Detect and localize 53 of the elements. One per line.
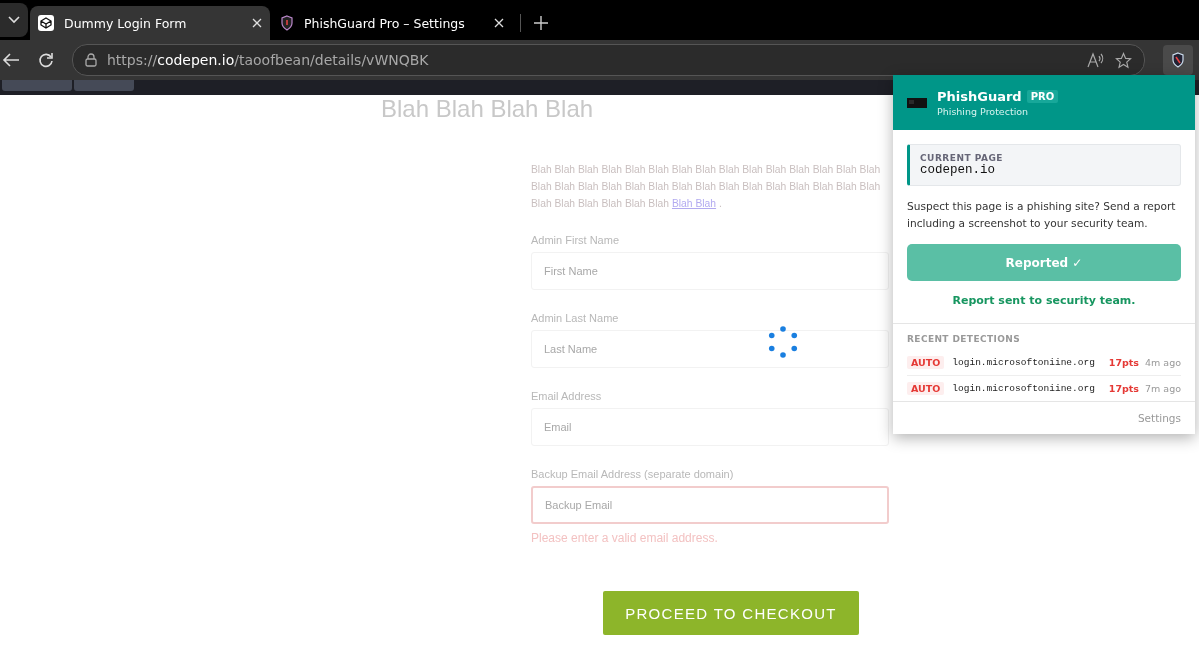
reload-icon[interactable]	[38, 52, 54, 68]
tab-title: Dummy Login Form	[64, 15, 188, 31]
lock-icon	[85, 53, 97, 67]
chevron-down-icon	[8, 16, 20, 24]
close-icon[interactable]	[494, 18, 504, 28]
report-button[interactable]: Reported ✓	[907, 244, 1181, 281]
new-tab-icon[interactable]	[533, 15, 549, 31]
shield-icon	[1171, 52, 1185, 68]
tab-title: PhishGuard Pro – Settings	[304, 15, 466, 31]
star-icon[interactable]	[1115, 51, 1132, 69]
tab-list-button[interactable]	[0, 3, 28, 37]
close-icon[interactable]	[252, 18, 262, 28]
browser-tab[interactable]: Dummy Login Form	[30, 6, 270, 40]
input-field[interactable]: Backup Email	[531, 486, 889, 524]
period-text: .	[719, 197, 722, 211]
header-tab-block	[2, 80, 72, 91]
intro-text: Blah Blah Blah Blah Blah Blah Blah Blah Blah Blah Blah Blah Blah Blah Blah	[531, 163, 882, 177]
url-text: https://codepen.io/taoofbean/details/vWNQBK	[107, 52, 429, 68]
plan-badge: PRO	[1026, 89, 1059, 103]
card-label: CURRENT PAGE	[920, 153, 1004, 163]
read-aloud-icon[interactable]	[1087, 52, 1105, 68]
extension-button[interactable]	[1163, 45, 1193, 75]
header-tab-block	[74, 80, 134, 91]
intro-text: Blah Blah Blah Blah Blah Blah Blah Blah Blah Blah Blah Blah Blah Blah Blah	[531, 180, 882, 194]
logo-icon	[907, 97, 927, 108]
detection-time: 4m ago	[1145, 357, 1181, 368]
section-title: RECENT DETECTIONS	[907, 334, 1022, 344]
field-label: Backup Email Address (separate domain)	[531, 468, 735, 480]
popup-title: PhishGuard	[937, 88, 1022, 104]
detection-time: 7m ago	[1145, 383, 1181, 394]
cube-logo-icon	[38, 15, 54, 31]
field-label: Admin Last Name	[531, 312, 620, 324]
address-bar[interactable]: https://codepen.io/taoofbean/details/vWNQBK	[72, 44, 1145, 76]
error-message: Please enter a valid email address.	[531, 531, 719, 545]
field-label: Email Address	[531, 390, 603, 402]
popup-subtitle: Phishing Protection	[937, 105, 1030, 117]
detection-tag: AUTO	[907, 382, 945, 395]
shield-icon	[280, 15, 294, 31]
intro-text: Blah Blah Blah Blah Blah Blah	[531, 197, 669, 211]
detection-domain: login.microsoftoniine.org	[952, 357, 1096, 368]
detection-score: 17pts	[1108, 383, 1139, 394]
description-text: Suspect this page is a phishing site? Send a report including a screenshot to your security team.	[907, 199, 1177, 231]
current-domain: codepen.io	[920, 163, 996, 177]
checkout-button[interactable]: PROCEED TO CHECKOUT	[603, 591, 859, 635]
settings-link[interactable]: Settings	[1137, 412, 1181, 424]
browser-tab[interactable]: PhishGuard Pro – Settings	[272, 6, 512, 40]
detection-domain: login.microsoftoniine.org	[952, 383, 1096, 394]
status-message: Report sent to security team.	[951, 294, 1137, 307]
detection-tag: AUTO	[907, 356, 945, 369]
intro-link[interactable]: Blah Blah	[671, 195, 717, 212]
back-arrow-icon[interactable]	[2, 53, 20, 67]
field-label: Admin First Name	[531, 234, 621, 246]
detection-score: 17pts	[1108, 357, 1139, 368]
